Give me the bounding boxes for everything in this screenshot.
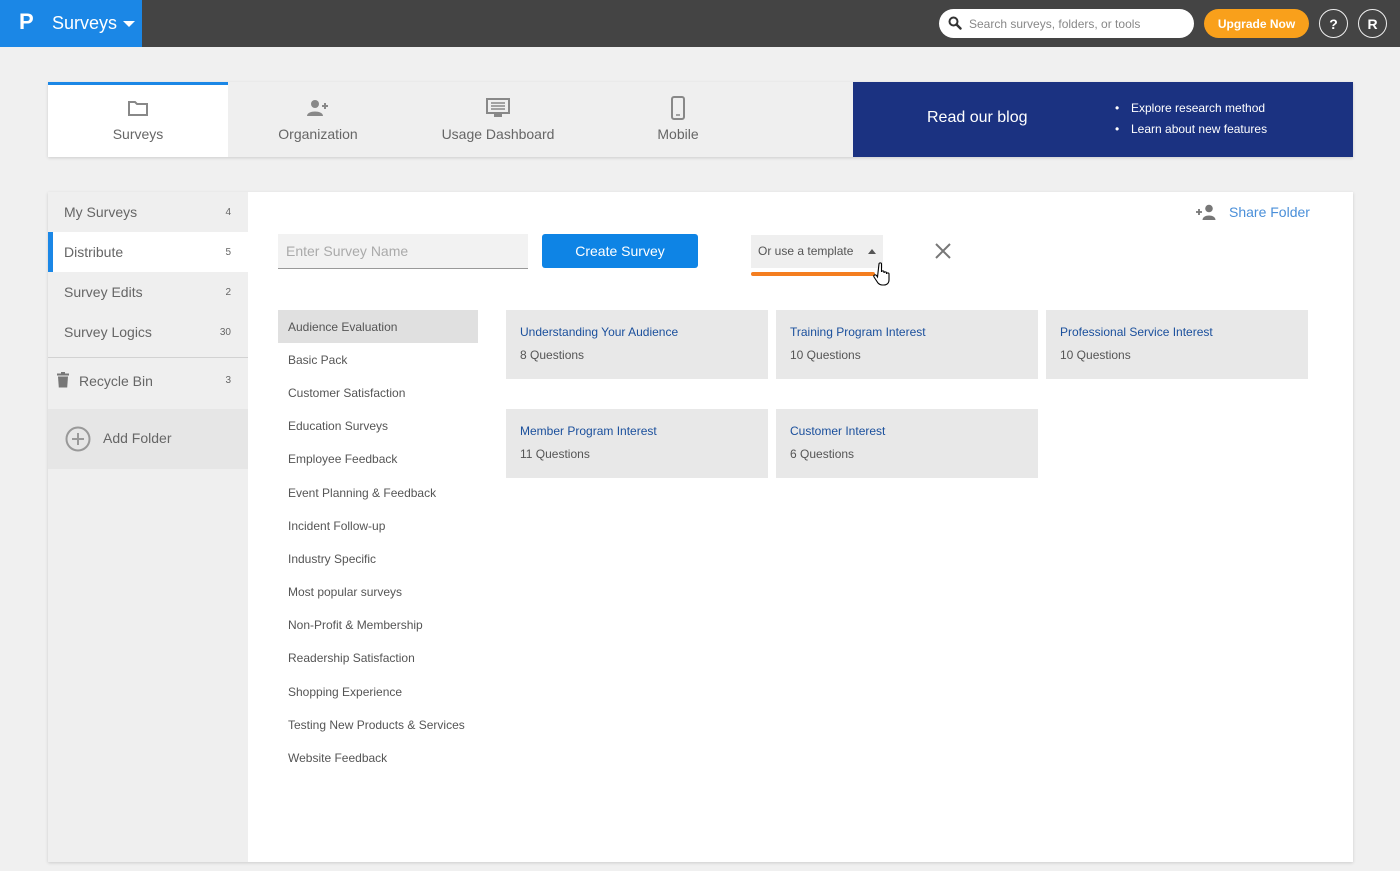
template-card[interactable]: Member Program Interest 11 Questions bbox=[506, 409, 768, 478]
section-tabs: Surveys Organization Usage Dashboard Mob… bbox=[48, 82, 1353, 157]
sidebar-item-count: 4 bbox=[225, 206, 231, 218]
template-category-item[interactable]: Employee Feedback bbox=[278, 443, 478, 476]
template-category-item[interactable]: Industry Specific bbox=[278, 542, 478, 575]
logo-icon: P bbox=[19, 9, 34, 34]
template-card[interactable]: Professional Service Interest 10 Question… bbox=[1046, 310, 1308, 379]
sidebar-item-count: 3 bbox=[225, 375, 231, 386]
sidebar-item-recycle-bin[interactable]: Recycle Bin 3 bbox=[48, 358, 248, 403]
create-survey-button[interactable]: Create Survey bbox=[542, 234, 698, 268]
share-folder-button[interactable]: Share Folder bbox=[1195, 204, 1310, 220]
template-card-title[interactable]: Training Program Interest bbox=[790, 325, 926, 339]
dashboard-icon bbox=[486, 97, 510, 119]
sidebar-item-survey-logics[interactable]: Survey Logics 30 bbox=[48, 312, 248, 352]
sidebar-item-distribute[interactable]: Distribute 5 bbox=[48, 232, 248, 272]
template-card-question-count: 11 Questions bbox=[520, 447, 590, 461]
folder-sidebar: My Surveys 4 Distribute 5 Survey Edits 2… bbox=[48, 192, 248, 862]
share-folder-label: Share Folder bbox=[1229, 204, 1310, 220]
top-bar: P Surveys Upgrade Now ? R bbox=[0, 0, 1400, 47]
template-category-item[interactable]: Event Planning & Feedback bbox=[278, 476, 478, 509]
sidebar-item-label: Survey Edits bbox=[64, 284, 143, 300]
template-category-item[interactable]: Testing New Products & Services bbox=[278, 708, 478, 741]
sidebar-item-label: Recycle Bin bbox=[79, 372, 153, 389]
template-category-item[interactable]: Customer Satisfaction bbox=[278, 376, 478, 409]
help-button[interactable]: ? bbox=[1319, 9, 1348, 38]
template-card[interactable]: Understanding Your Audience 8 Questions bbox=[506, 310, 768, 379]
template-category-item[interactable]: Shopping Experience bbox=[278, 675, 478, 708]
search-icon bbox=[948, 16, 962, 30]
template-card-question-count: 6 Questions bbox=[790, 447, 855, 461]
template-card-title[interactable]: Understanding Your Audience bbox=[520, 325, 678, 339]
sidebar-item-count: 30 bbox=[219, 326, 231, 338]
template-category-item[interactable]: Education Surveys bbox=[278, 410, 478, 443]
share-user-icon bbox=[1196, 204, 1216, 220]
blog-title: Read our blog bbox=[927, 109, 1028, 126]
sidebar-item-survey-edits[interactable]: Survey Edits 2 bbox=[48, 272, 248, 312]
template-dropdown-label: Or use a template bbox=[758, 244, 854, 258]
survey-name-input[interactable] bbox=[278, 234, 528, 269]
close-icon[interactable] bbox=[934, 242, 952, 260]
blog-bullets: Explore research method Learn about new … bbox=[1115, 101, 1267, 143]
tab-label: Organization bbox=[278, 126, 358, 142]
template-category-item[interactable]: Basic Pack bbox=[278, 343, 478, 376]
main-panel: My Surveys 4 Distribute 5 Survey Edits 2… bbox=[48, 192, 1353, 862]
add-user-icon bbox=[306, 97, 330, 119]
template-card-question-count: 10 Questions bbox=[1060, 348, 1131, 362]
caret-up-icon bbox=[868, 249, 876, 254]
trash-icon bbox=[57, 372, 69, 388]
template-active-indicator bbox=[751, 272, 875, 276]
template-card-title[interactable]: Customer Interest bbox=[790, 424, 885, 438]
caret-down-icon bbox=[123, 21, 135, 27]
sidebar-item-label: Survey Logics bbox=[64, 324, 152, 340]
user-avatar-button[interactable]: R bbox=[1358, 9, 1387, 38]
template-card-question-count: 10 Questions bbox=[790, 348, 861, 362]
search-input[interactable] bbox=[969, 9, 1184, 38]
tab-label: Surveys bbox=[112, 126, 164, 142]
mobile-icon bbox=[666, 96, 690, 120]
template-card-title[interactable]: Member Program Interest bbox=[520, 424, 657, 438]
app-title: Surveys bbox=[52, 13, 118, 33]
template-dropdown[interactable]: Or use a template bbox=[751, 235, 883, 268]
sidebar-item-count: 2 bbox=[225, 286, 231, 298]
add-folder-label: Add Folder bbox=[103, 430, 172, 446]
blog-banner[interactable]: Read our blog Explore research method Le… bbox=[853, 82, 1353, 157]
template-category-item[interactable]: Incident Follow-up bbox=[278, 509, 478, 542]
search-box bbox=[939, 9, 1194, 38]
template-category-item[interactable]: Audience Evaluation bbox=[278, 310, 478, 344]
template-category-item[interactable]: Readership Satisfaction bbox=[278, 642, 478, 675]
sidebar-item-label: Distribute bbox=[64, 244, 124, 260]
app-switcher[interactable]: P Surveys bbox=[0, 0, 142, 47]
template-card-title[interactable]: Professional Service Interest bbox=[1060, 325, 1213, 339]
template-card[interactable]: Training Program Interest 10 Questions bbox=[776, 310, 1038, 379]
sidebar-item-count: 5 bbox=[225, 246, 231, 258]
hand-pointer-icon bbox=[873, 262, 890, 286]
folder-icon bbox=[126, 97, 150, 119]
tab-label: Usage Dashboard bbox=[441, 126, 555, 142]
template-card[interactable]: Customer Interest 6 Questions bbox=[776, 409, 1038, 478]
template-card-question-count: 8 Questions bbox=[520, 348, 585, 362]
tab-mobile[interactable]: Mobile bbox=[588, 82, 768, 157]
template-category-item[interactable]: Website Feedback bbox=[278, 741, 478, 774]
tab-usage-dashboard[interactable]: Usage Dashboard bbox=[408, 82, 588, 157]
sidebar-item-label: My Surveys bbox=[64, 204, 138, 220]
tab-surveys[interactable]: Surveys bbox=[48, 82, 228, 157]
template-category-item[interactable]: Most popular surveys bbox=[278, 576, 478, 609]
sidebar-item-my-surveys[interactable]: My Surveys 4 bbox=[48, 192, 248, 232]
tab-label: Mobile bbox=[657, 126, 699, 142]
upgrade-now-button[interactable]: Upgrade Now bbox=[1204, 9, 1309, 38]
blog-bullet: Learn about new features bbox=[1115, 122, 1267, 143]
blog-bullet: Explore research method bbox=[1115, 101, 1267, 122]
add-folder-button[interactable]: Add Folder bbox=[48, 409, 248, 469]
tab-organization[interactable]: Organization bbox=[228, 82, 408, 157]
template-card-grid: Understanding Your Audience 8 Questions Tr… bbox=[506, 310, 1316, 478]
plus-circle-icon bbox=[65, 426, 91, 452]
template-category-item[interactable]: Non-Profit & Membership bbox=[278, 609, 478, 642]
template-category-list: Audience Evaluation Basic Pack Customer Sa… bbox=[278, 310, 478, 775]
